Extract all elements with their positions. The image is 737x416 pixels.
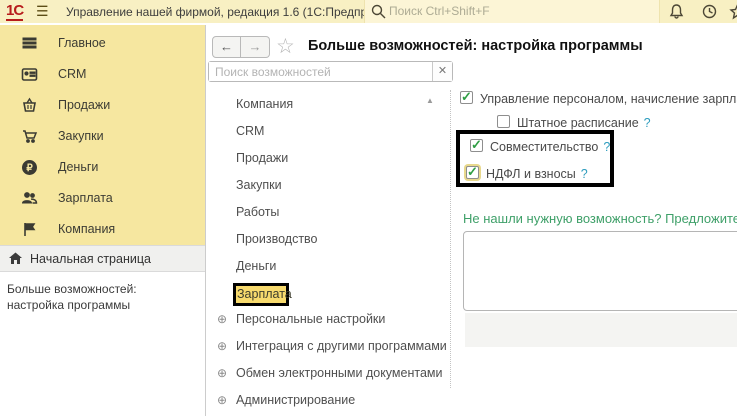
panel-background-strip [465,313,737,347]
section-item-proizvodstvo[interactable]: Производство [236,232,318,246]
home-icon [8,251,23,266]
basket-icon [21,97,38,114]
title-bar: 1С ☰ Управление нашей фирмой, редакция 1… [0,0,737,23]
forward-button[interactable]: → [241,36,270,58]
checkbox-ndfl-contributions[interactable] [466,166,479,179]
section-item-zakupki[interactable]: Закупки [236,178,282,192]
favorites-star-icon[interactable] [729,3,737,20]
label-ndfl-contributions: НДФЛ и взносы? [486,167,588,181]
sidebar-item-glavnoe[interactable]: Главное [0,34,205,58]
feature-search: ✕ [208,61,453,82]
sidebar-item-prodazhi[interactable]: Продажи [0,96,205,120]
label-staffing: Штатное расписание? [517,116,651,130]
sidebar-item-home[interactable]: Начальная страница [0,245,205,272]
suggest-feature-link[interactable]: Не нашли нужную возможность? Предложите … [463,211,737,226]
app-window: { "topbar": { "logo": "1С", "title": "Уп… [0,0,737,416]
section-item-crm[interactable]: CRM [236,124,264,138]
section-item-personal-settings[interactable]: Персональные настройки [236,312,385,326]
sidebar-item-dengi[interactable]: ₽ Деньги [0,158,205,182]
checkbox-secondary-jobs[interactable] [470,139,483,152]
help-link-ndfl[interactable]: ? [581,167,588,181]
sidebar: Главное CRM Продажи Закупки ₽ Деньги Зар… [0,25,206,416]
page-title: Больше возможностей: настройка программы [308,38,643,54]
label-secondary-jobs: Совместительство? [490,140,610,154]
back-button[interactable]: ← [212,36,241,58]
section-item-administration[interactable]: Администрирование [236,393,355,407]
svg-text:₽: ₽ [26,163,33,174]
main-menu-icon[interactable]: ☰ [36,3,49,20]
history-clock-icon[interactable] [701,3,718,20]
search-icon [370,3,387,20]
menu-icon [21,35,38,52]
help-link-secondary-jobs[interactable]: ? [603,140,610,154]
scroll-up-icon[interactable]: ▲ [426,96,434,105]
flag-icon [21,221,38,238]
section-item-integration[interactable]: Интеграция с другими программами [236,339,447,353]
ruble-icon: ₽ [21,159,38,176]
panel-separator [450,90,451,388]
people-icon [21,190,38,207]
checkbox-staffing[interactable] [497,115,510,128]
1c-logo: 1С [6,2,23,21]
window-title: Управление нашей фирмой, редакция 1.6 (1… [66,5,403,19]
sidebar-item-kompaniya[interactable]: Компания [0,220,205,244]
global-search[interactable] [364,0,660,23]
section-item-zarplata-selected[interactable]: Зарплата [233,283,289,306]
help-link-staffing[interactable]: ? [644,116,651,130]
sidebar-item-crm[interactable]: CRM [0,65,205,89]
section-item-dengi[interactable]: Деньги [236,259,276,273]
label-hr-payroll: Управление персоналом, начисление зарпла… [480,92,737,106]
history-nav-buttons: ← → [212,36,270,58]
suggest-link-wrap: Не нашли нужную возможность? Предложите … [463,211,737,227]
section-item-prodazhi[interactable]: Продажи [236,151,288,165]
cart-icon [21,128,38,145]
checkbox-hr-payroll[interactable] [460,91,473,104]
notifications-bell-icon[interactable] [668,3,685,20]
open-tab-more-features[interactable]: Больше возможностей: настройка программы [7,281,195,313]
feature-search-input[interactable] [209,62,431,81]
section-item-kompaniya[interactable]: Компания [236,97,293,111]
sidebar-item-zarplata[interactable]: Зарплата [0,189,205,213]
section-item-edi[interactable]: Обмен электронными документами [236,366,442,380]
clear-search-icon[interactable]: ✕ [432,62,452,81]
section-item-raboty[interactable]: Работы [236,205,279,219]
sidebar-item-zakupki[interactable]: Закупки [0,127,205,151]
suggest-feature-textarea[interactable] [463,231,737,311]
global-search-input[interactable] [389,0,654,22]
add-favorite-star-icon[interactable]: ☆ [276,34,295,59]
contact-card-icon [21,66,38,83]
